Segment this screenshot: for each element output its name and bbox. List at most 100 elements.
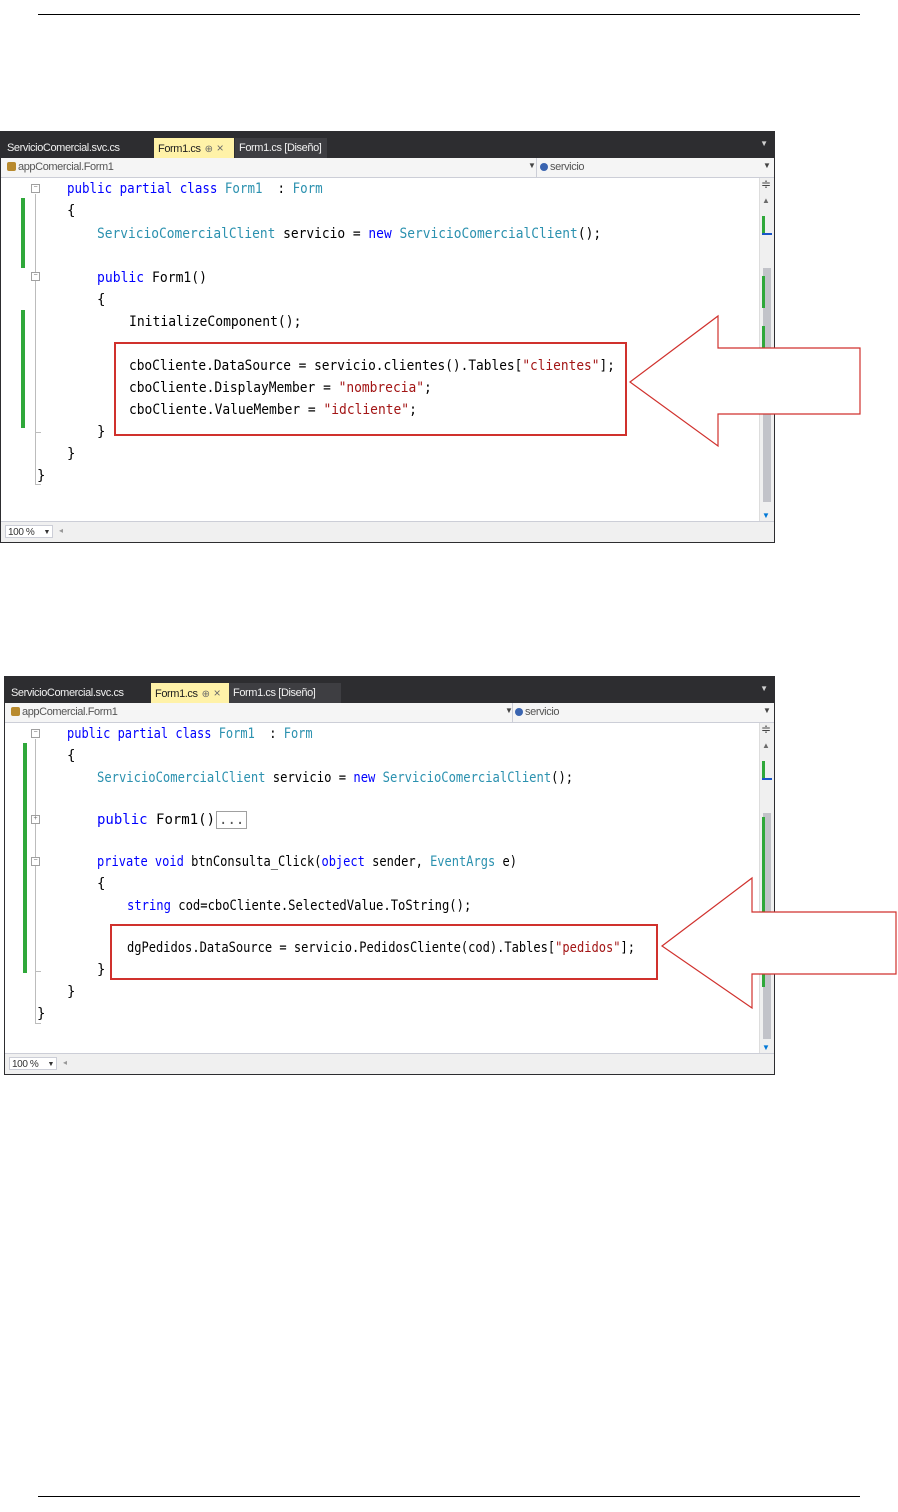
code-line: } — [67, 443, 75, 465]
keyword-token: new — [353, 770, 383, 786]
code-editor[interactable]: − + − public partial class Form1 : Form {Ser… — [5, 723, 760, 1054]
caret-marker — [762, 233, 772, 235]
fold-toggle-icon[interactable]: − — [31, 729, 40, 738]
split-window-icon[interactable]: ≑ — [761, 178, 771, 190]
fold-toggle-icon[interactable]: − — [31, 272, 40, 281]
chevron-down-icon[interactable]: ▼ — [528, 161, 536, 170]
caret-marker — [762, 778, 772, 780]
highlight-box-1 — [114, 342, 627, 436]
type-token: ServicioComercialClient — [399, 226, 578, 242]
change-indicator-bar — [21, 198, 25, 268]
split-window-icon[interactable]: ≑ — [761, 723, 771, 735]
member-navigation-dropdown[interactable]: servicio — [540, 160, 584, 175]
code-token: (); — [577, 226, 602, 242]
keyword-token: private void — [97, 854, 192, 870]
code-line: } — [67, 981, 75, 1003]
chevron-down-icon[interactable]: ▼ — [763, 161, 771, 170]
change-marker — [762, 216, 765, 233]
tab-overflow-icon[interactable]: ▼ — [760, 684, 768, 693]
code-token: { — [97, 876, 106, 892]
tab-servicio-comercial-svc-cs[interactable]: ServicioComercial.svc.cs — [3, 138, 151, 158]
page-top-rule — [38, 14, 860, 15]
nav-separator — [512, 703, 513, 722]
scroll-left-icon[interactable]: ◂ — [63, 1058, 67, 1067]
code-line: ServicioComercialClient servicio = new S… — [97, 767, 573, 789]
code-line: public Form1() — [97, 267, 207, 289]
class-nav-icon — [11, 707, 20, 716]
code-line: public partial class Form1 : Form — [67, 723, 313, 745]
code-token: : — [254, 726, 284, 742]
pin-tab-icon[interactable]: ⊕ — [205, 144, 213, 155]
fold-toggle-icon[interactable]: + — [31, 815, 40, 824]
tab-form1-designer[interactable]: Form1.cs [Diseño] — [229, 683, 341, 703]
chevron-down-icon: ▼ — [43, 529, 50, 536]
code-token: } — [37, 468, 46, 484]
code-token: btnConsulta_Click( — [191, 854, 322, 870]
code-token: } — [97, 424, 106, 440]
tab-form1-cs[interactable]: Form1.cs ⊕ × — [154, 138, 234, 158]
document-tab-bar: ServicioComercial.svc.cs Form1.cs ⊕ × Form… — [1, 132, 774, 158]
class-navigation-dropdown[interactable]: appComercial.Form1 — [7, 160, 114, 175]
scroll-down-icon[interactable]: ▼ — [762, 1043, 770, 1052]
code-line: { — [97, 289, 105, 311]
change-indicator-bar — [21, 310, 25, 428]
code-token: } — [67, 446, 76, 462]
callout-arrow-icon — [628, 314, 861, 448]
outline-guide-end — [35, 971, 41, 972]
highlight-box-2 — [110, 924, 658, 980]
keyword-token: public — [97, 270, 153, 286]
pin-tab-icon[interactable]: ⊕ — [202, 689, 210, 700]
code-token: { — [67, 203, 76, 219]
zoom-dropdown[interactable]: 100 % ▼ — [9, 1057, 57, 1070]
fold-toggle-icon[interactable]: − — [31, 857, 40, 866]
scroll-down-icon[interactable]: ▼ — [762, 511, 770, 520]
editor-status-bar: 100 % ▼ ◂ — [5, 1053, 774, 1074]
code-token: servicio = — [275, 226, 369, 242]
code-line: InitializeComponent(); — [129, 311, 301, 333]
collapsed-region-button[interactable]: ... — [216, 811, 248, 829]
keyword-token: object — [321, 854, 365, 870]
chevron-down-icon[interactable]: ▼ — [763, 706, 771, 715]
tab-servicio-comercial-svc-cs[interactable]: ServicioComercial.svc.cs — [7, 683, 151, 703]
navigation-bar: appComercial.Form1 ▼ servicio ▼ — [1, 158, 774, 178]
code-token: } — [67, 984, 76, 1000]
scroll-up-icon[interactable]: ▲ — [762, 741, 770, 750]
document-tab-bar: ServicioComercial.svc.cs Form1.cs ⊕ × Form… — [5, 677, 774, 703]
member-navigation-dropdown[interactable]: servicio — [515, 705, 559, 720]
class-navigation-dropdown[interactable]: appComercial.Form1 — [11, 705, 118, 720]
tab-form1-designer[interactable]: Form1.cs [Diseño] — [235, 138, 327, 158]
code-line: } — [37, 1003, 45, 1025]
code-line: { — [67, 200, 75, 222]
type-token: Form — [292, 181, 323, 197]
zoom-dropdown[interactable]: 100 % ▼ — [5, 525, 53, 538]
keyword-token: public partial class — [67, 726, 219, 742]
close-tab-icon[interactable]: × — [214, 686, 221, 700]
code-token: } — [37, 1006, 46, 1022]
keyword-token: string — [127, 898, 179, 914]
tab-form1-cs[interactable]: Form1.cs ⊕ × — [151, 683, 231, 703]
outline-guide — [35, 867, 36, 971]
type-token: EventArgs — [430, 854, 496, 870]
type-token: ServicioComercialClient — [382, 770, 552, 786]
page-bottom-rule — [38, 1496, 860, 1497]
close-tab-icon[interactable]: × — [217, 141, 224, 155]
keyword-token: new — [368, 226, 400, 242]
field-nav-icon — [515, 708, 523, 716]
outline-guide — [35, 282, 36, 432]
type-token: ServicioComercialClient — [97, 226, 276, 242]
scroll-up-icon[interactable]: ▲ — [762, 196, 770, 205]
fold-toggle-icon[interactable]: − — [31, 184, 40, 193]
code-token: sender, — [364, 854, 431, 870]
code-token: { — [97, 292, 106, 308]
tab-overflow-icon[interactable]: ▼ — [760, 139, 768, 148]
code-token: (); — [551, 770, 574, 786]
code-line: } — [97, 421, 105, 443]
code-token: Form1() — [152, 270, 208, 286]
type-token: ServicioComercialClient — [97, 770, 266, 786]
editor-status-bar: 100 % ▼ ◂ — [1, 521, 774, 542]
change-marker — [762, 276, 765, 308]
scroll-left-icon[interactable]: ◂ — [59, 526, 63, 535]
outline-guide-end — [35, 432, 41, 433]
code-line: { — [67, 745, 75, 767]
code-line: } — [97, 959, 105, 981]
